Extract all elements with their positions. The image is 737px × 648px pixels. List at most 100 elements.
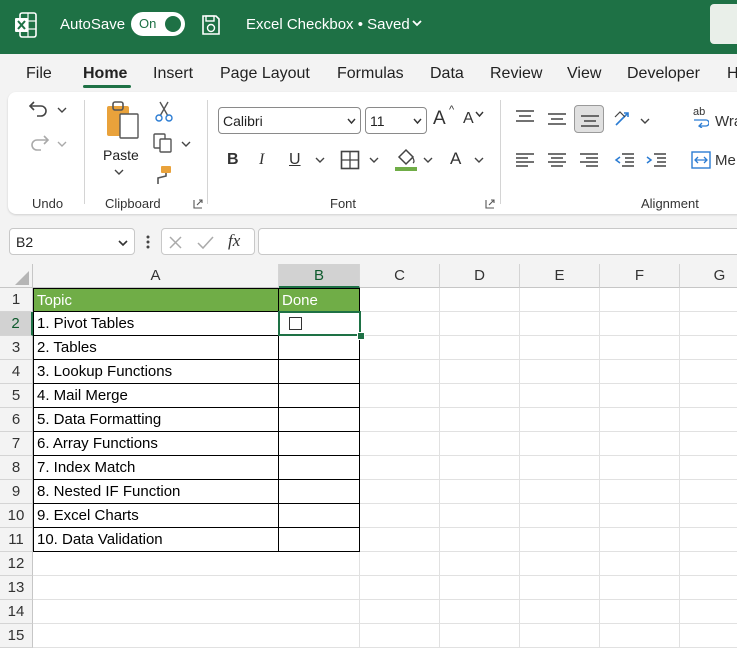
wrap-text-icon[interactable]: [693, 118, 709, 128]
tab-formulas[interactable]: Formulas: [337, 65, 404, 83]
header-cell-done[interactable]: Done: [279, 288, 360, 312]
enter-check-icon[interactable]: [197, 235, 214, 250]
borders-dropdown-icon[interactable]: [369, 156, 379, 164]
align-right-icon[interactable]: [579, 152, 599, 168]
topic-cell[interactable]: 3. Lookup Functions: [33, 360, 279, 384]
done-cell[interactable]: [279, 456, 360, 480]
titlebar-button[interactable]: [710, 4, 737, 44]
borders-icon[interactable]: [340, 150, 360, 170]
row-header-9[interactable]: 9: [0, 480, 33, 504]
header-cell-topic[interactable]: Topic: [33, 288, 279, 312]
tab-developer[interactable]: Developer: [627, 65, 700, 83]
merge-center-icon[interactable]: [691, 151, 711, 169]
fill-color-dropdown-icon[interactable]: [423, 156, 433, 164]
row-header-1[interactable]: 1: [0, 288, 33, 312]
insert-function-button[interactable]: fx: [228, 231, 240, 251]
topic-cell[interactable]: 10. Data Validation: [33, 528, 279, 552]
select-all-corner[interactable]: [0, 264, 33, 288]
tab-home[interactable]: Home: [83, 65, 127, 83]
redo-dropdown-icon[interactable]: [57, 140, 67, 148]
name-box[interactable]: B2: [9, 228, 135, 255]
more-options-icon[interactable]: [145, 234, 151, 250]
column-header-c[interactable]: C: [360, 264, 440, 288]
fill-handle[interactable]: [357, 332, 365, 340]
done-cell[interactable]: [279, 528, 360, 552]
font-color-button[interactable]: A: [450, 149, 461, 169]
topic-cell[interactable]: 7. Index Match: [33, 456, 279, 480]
done-cell[interactable]: [279, 432, 360, 456]
shrink-font-button[interactable]: A: [463, 110, 474, 128]
chevron-down-icon[interactable]: [410, 16, 424, 30]
bold-button[interactable]: B: [227, 151, 239, 169]
row-header-10[interactable]: 10: [0, 504, 33, 528]
done-cell[interactable]: [279, 480, 360, 504]
decrease-indent-icon[interactable]: [613, 152, 635, 168]
column-header-g[interactable]: G: [680, 264, 737, 288]
topic-cell[interactable]: 8. Nested IF Function: [33, 480, 279, 504]
orientation-icon[interactable]: [613, 108, 635, 130]
row-header-8[interactable]: 8: [0, 456, 33, 480]
row-header-11[interactable]: 11: [0, 528, 33, 552]
format-painter-icon[interactable]: [152, 164, 174, 186]
wrap-text-label[interactable]: Wra: [715, 113, 737, 130]
worksheet-grid[interactable]: ABCDEFG 1 2 3 4 5 6 7 8 9 10 11 12 13 14 15 Topic Done 1…: [0, 264, 737, 648]
tab-review[interactable]: Review: [490, 65, 542, 83]
underline-button[interactable]: U: [289, 151, 301, 169]
merge-label[interactable]: Me: [715, 152, 736, 169]
done-cell[interactable]: [279, 360, 360, 384]
font-color-dropdown-icon[interactable]: [474, 156, 484, 164]
align-bottom-button[interactable]: [574, 105, 604, 133]
orientation-dropdown-icon[interactable]: [640, 117, 650, 125]
cut-icon[interactable]: [154, 100, 174, 122]
row-header-6[interactable]: 6: [0, 408, 33, 432]
row-header-3[interactable]: 3: [0, 336, 33, 360]
cancel-icon[interactable]: [168, 235, 183, 250]
undo-icon[interactable]: [28, 98, 50, 120]
done-cell[interactable]: [279, 336, 360, 360]
document-title[interactable]: Excel Checkbox • Saved: [246, 16, 410, 33]
align-top-icon[interactable]: [515, 109, 535, 125]
redo-icon[interactable]: [28, 132, 50, 154]
italic-button[interactable]: I: [259, 151, 264, 169]
increase-indent-icon[interactable]: [645, 152, 667, 168]
topic-cell[interactable]: 9. Excel Charts: [33, 504, 279, 528]
topic-cell[interactable]: 5. Data Formatting: [33, 408, 279, 432]
paste-icon[interactable]: [104, 100, 142, 140]
dialog-launcher-icon[interactable]: [193, 199, 203, 209]
fill-color-icon[interactable]: [394, 148, 418, 172]
copy-icon[interactable]: [152, 132, 174, 154]
tab-help[interactable]: H: [727, 65, 737, 83]
autosave-toggle[interactable]: On: [131, 12, 185, 36]
done-cell[interactable]: [279, 408, 360, 432]
copy-dropdown-icon[interactable]: [181, 140, 191, 148]
column-header-f[interactable]: F: [600, 264, 680, 288]
topic-cell[interactable]: 4. Mail Merge: [33, 384, 279, 408]
tab-file[interactable]: File: [26, 65, 52, 83]
row-header-14[interactable]: 14: [0, 600, 33, 624]
row-header-7[interactable]: 7: [0, 432, 33, 456]
grow-font-button[interactable]: A: [433, 108, 446, 130]
underline-dropdown-icon[interactable]: [315, 156, 325, 164]
row-header-2[interactable]: 2: [0, 312, 33, 336]
save-sync-icon[interactable]: [200, 13, 222, 37]
tab-data[interactable]: Data: [430, 65, 464, 83]
column-header-b[interactable]: B: [279, 264, 360, 288]
row-header-5[interactable]: 5: [0, 384, 33, 408]
tab-insert[interactable]: Insert: [153, 65, 193, 83]
font-name-select[interactable]: Calibri: [218, 107, 361, 134]
topic-cell[interactable]: 1. Pivot Tables: [33, 312, 279, 336]
topic-cell[interactable]: 6. Array Functions: [33, 432, 279, 456]
done-cell[interactable]: [279, 384, 360, 408]
column-header-e[interactable]: E: [520, 264, 600, 288]
font-size-select[interactable]: 11: [365, 107, 427, 134]
row-header-4[interactable]: 4: [0, 360, 33, 384]
align-center-icon[interactable]: [547, 152, 567, 168]
formula-input[interactable]: [258, 228, 737, 255]
tab-page-layout[interactable]: Page Layout: [220, 65, 310, 83]
done-cell[interactable]: [279, 504, 360, 528]
align-left-icon[interactable]: [515, 152, 535, 168]
row-header-12[interactable]: 12: [0, 552, 33, 576]
align-middle-icon[interactable]: [547, 111, 567, 127]
row-header-15[interactable]: 15: [0, 624, 33, 648]
dialog-launcher-icon[interactable]: [485, 199, 495, 209]
